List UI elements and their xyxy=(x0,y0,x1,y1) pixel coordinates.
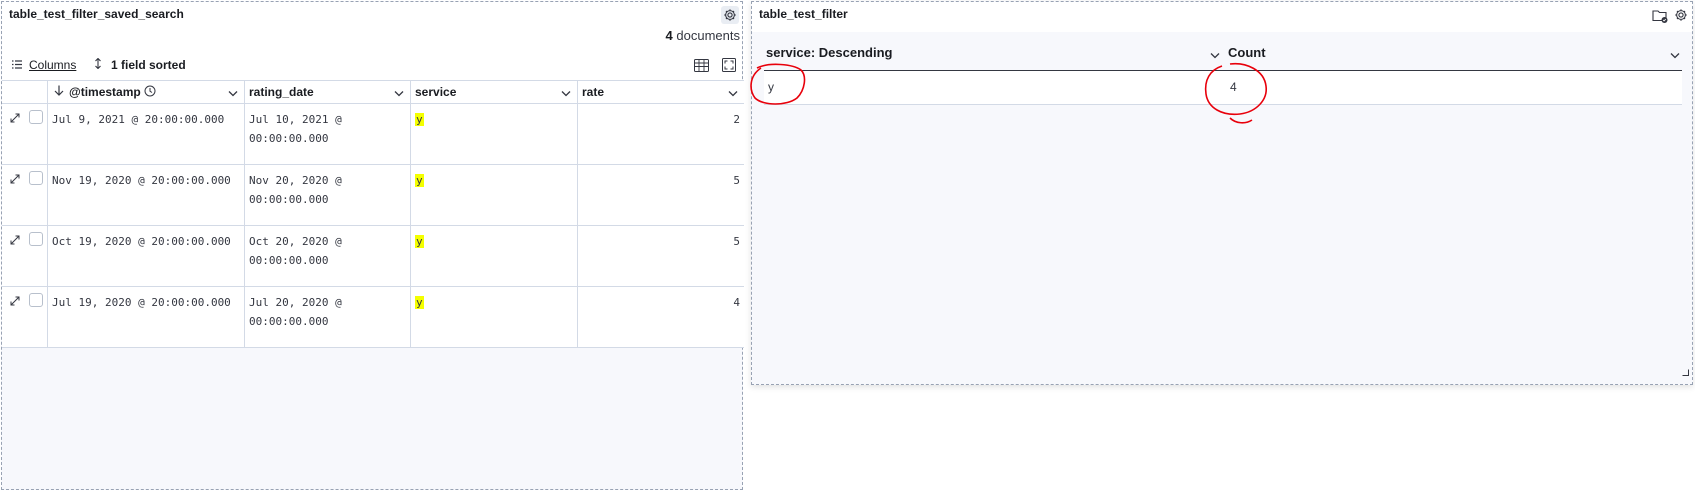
column-label-service: service xyxy=(415,85,457,99)
row-controls xyxy=(2,165,48,225)
table-header: service: Descending Count xyxy=(764,35,1682,71)
list-icon xyxy=(12,58,22,72)
sort-button[interactable]: 1 field sorted xyxy=(94,57,186,72)
column-header-timestamp[interactable]: @timestamp xyxy=(48,81,245,103)
highlighted-value: y xyxy=(415,174,424,187)
cell-rating-date-line1: Jul 10, 2021 @ xyxy=(249,113,342,126)
panel-title: table_test_filter xyxy=(759,7,848,21)
cell-timestamp: Jul 19, 2020 @ 20:00:00.000 xyxy=(48,287,245,347)
gear-icon[interactable] xyxy=(1672,6,1690,24)
row-checkbox[interactable] xyxy=(29,171,43,185)
column-header-rating-date[interactable]: rating_date xyxy=(245,81,411,103)
columns-label: Columns xyxy=(29,58,77,72)
expand-icon[interactable] xyxy=(10,171,20,189)
fullscreen-icon[interactable] xyxy=(721,57,737,73)
folder-check-icon[interactable] xyxy=(1652,8,1668,24)
chevron-down-icon[interactable] xyxy=(728,86,738,100)
columns-button[interactable]: Columns xyxy=(12,58,76,72)
chevron-down-icon[interactable] xyxy=(1670,46,1680,64)
cell-rating-date: Oct 20, 2020 @ 00:00:00.000 xyxy=(245,226,411,286)
cell-rate: 4 xyxy=(733,296,740,309)
chevron-down-icon[interactable] xyxy=(394,86,404,100)
control-column-header xyxy=(2,81,48,103)
grid-toolbar: Columns 1 field sorted xyxy=(2,50,742,80)
expand-icon[interactable] xyxy=(10,110,20,128)
column-header-rate[interactable]: rate xyxy=(578,81,744,103)
document-count: 4 documents xyxy=(2,28,742,50)
sort-icon xyxy=(94,57,102,72)
row-controls xyxy=(2,104,48,164)
cell-rating-date-line2: 00:00:00.000 xyxy=(249,315,329,328)
row-controls xyxy=(2,226,48,286)
aggregation-table: service: Descending Count y 4 xyxy=(764,35,1682,105)
panel-header: table_test_filter xyxy=(752,2,1692,32)
cell-timestamp: Nov 19, 2020 @ 20:00:00.000 xyxy=(48,165,245,225)
cell-timestamp: Oct 19, 2020 @ 20:00:00.000 xyxy=(48,226,245,286)
cell-service: y xyxy=(411,287,578,347)
clock-icon xyxy=(144,85,156,100)
cell-rate: 2 xyxy=(733,113,740,126)
doc-count-value: 4 xyxy=(665,28,673,43)
table-row: Nov 19, 2020 @ 20:00:00.000 Nov 20, 2020… xyxy=(2,165,744,226)
cell-service[interactable]: y xyxy=(768,80,774,94)
arrow-down-icon xyxy=(54,85,64,99)
gear-icon[interactable] xyxy=(721,6,739,24)
column-header-service[interactable]: service xyxy=(411,81,578,103)
cell-service: y xyxy=(411,104,578,164)
data-table-panel: table_test_filter service: Descending Co… xyxy=(751,1,1693,385)
grid-header: @timestamp rating_date service rate xyxy=(2,80,744,104)
cell-rating-date: Jul 10, 2021 @ 00:00:00.000 xyxy=(245,104,411,164)
cell-rating-date-line1: Nov 20, 2020 @ xyxy=(249,174,342,187)
table-density-icon[interactable] xyxy=(693,57,709,73)
table-row: y 4 xyxy=(764,71,1682,105)
chevron-down-icon[interactable] xyxy=(561,86,571,100)
row-controls xyxy=(2,287,48,347)
cell-rate: 5 xyxy=(733,235,740,248)
panel-header: table_test_filter_saved_search xyxy=(2,2,742,28)
cell-rating-date-line2: 00:00:00.000 xyxy=(249,193,329,206)
column-header-count[interactable]: Count xyxy=(1228,45,1266,60)
row-checkbox[interactable] xyxy=(29,232,43,246)
cell-rate: 5 xyxy=(733,174,740,187)
panel-title: table_test_filter_saved_search xyxy=(9,7,184,21)
sort-label: 1 field sorted xyxy=(111,58,186,72)
highlighted-value: y xyxy=(415,113,424,126)
cell-rating-date-line2: 00:00:00.000 xyxy=(249,132,329,145)
cell-rating-date: Nov 20, 2020 @ 00:00:00.000 xyxy=(245,165,411,225)
table-row: Jul 19, 2020 @ 20:00:00.000 Jul 20, 2020… xyxy=(2,287,744,348)
expand-icon[interactable] xyxy=(10,293,20,311)
table-row: Oct 19, 2020 @ 20:00:00.000 Oct 20, 2020… xyxy=(2,226,744,287)
cell-timestamp: Jul 9, 2021 @ 20:00:00.000 xyxy=(48,104,245,164)
column-header-service[interactable]: service: Descending xyxy=(766,45,892,60)
chevron-down-icon[interactable] xyxy=(228,86,238,100)
highlighted-value: y xyxy=(415,296,424,309)
cell-service: y xyxy=(411,165,578,225)
resize-handle-icon[interactable] xyxy=(1682,363,1689,381)
column-label-rating-date: rating_date xyxy=(249,85,314,99)
highlighted-value: y xyxy=(415,235,424,248)
doc-count-label: documents xyxy=(676,28,740,43)
cell-rating-date-line2: 00:00:00.000 xyxy=(249,254,329,267)
cell-rating-date-line1: Jul 20, 2020 @ xyxy=(249,296,342,309)
cell-rating-date: Jul 20, 2020 @ 00:00:00.000 xyxy=(245,287,411,347)
column-label-timestamp: @timestamp xyxy=(69,85,141,99)
row-checkbox[interactable] xyxy=(29,293,43,307)
row-checkbox[interactable] xyxy=(29,110,43,124)
documents-grid: @timestamp rating_date service rate Jul … xyxy=(2,80,744,348)
chevron-down-icon[interactable] xyxy=(1210,46,1220,64)
cell-count[interactable]: 4 xyxy=(1230,80,1237,94)
expand-icon[interactable] xyxy=(10,232,20,250)
cell-rating-date-line1: Oct 20, 2020 @ xyxy=(249,235,342,248)
cell-service: y xyxy=(411,226,578,286)
table-row: Jul 9, 2021 @ 20:00:00.000 Jul 10, 2021 … xyxy=(2,104,744,165)
column-label-rate: rate xyxy=(582,85,605,99)
saved-search-panel: table_test_filter_saved_search 4 documen… xyxy=(1,1,744,490)
